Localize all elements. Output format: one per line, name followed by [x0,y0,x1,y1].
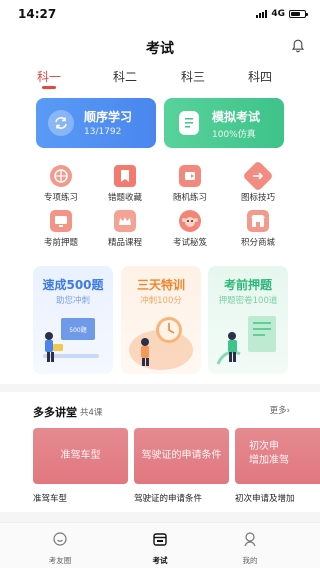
feature-premium-courses[interactable]: 精品课程 [93,210,157,248]
lecture-caption: 驾驶证的申请条件 [134,494,203,504]
lecture-caption: 准驾车型 [33,494,68,504]
tab-exam[interactable]: 考试 [135,531,185,566]
card-progress: 13/1792 [84,127,122,137]
tab-label: 我的 [242,556,258,565]
feature-points-mall[interactable]: 积分商城 [226,210,290,248]
status-bar: 14:27 4G [0,0,320,28]
tab-subject-3[interactable]: 科三 [163,68,223,85]
lecture-card-title: 初次申 增加准驾 [249,441,289,466]
promo-title: 考前押题 [223,278,272,292]
active-tab-indicator [42,86,56,89]
tab-subject-1[interactable]: 科一 [19,68,79,85]
lecture-card-title: 准驾车型 [60,450,101,461]
study-illustration: 500题 [33,306,113,374]
feature-label: 考前押题 [43,238,78,248]
target-icon [50,165,72,187]
section-divider [0,512,320,522]
bookmark-icon [114,165,136,187]
feature-special-practice[interactable]: 专项练习 [29,165,93,203]
lecture-count: 共4课 [80,408,103,418]
subject-tabs: 科一 科二 科三 科四 [0,64,320,92]
promo-subtitle: 冲刺100分 [140,296,182,306]
feature-label: 考试秘笈 [172,238,207,248]
road-sign-icon [242,160,274,192]
feature-label: 随机练习 [172,193,207,203]
promo-card-500[interactable]: 速成500题 助您冲刺 500题 [33,266,113,374]
feature-label: 精品课程 [107,238,142,248]
tab-community[interactable]: 考友圈 [35,531,85,566]
feature-label: 专项练习 [43,193,78,203]
exam-paper-icon [179,111,199,135]
tab-mine[interactable]: 我的 [225,531,275,566]
bottom-tab-bar: 考友圈 考试 我的 [0,522,320,568]
tab-subject-2[interactable]: 科二 [95,68,155,85]
person-icon [244,532,256,547]
feature-label: 错题收藏 [107,193,142,203]
lecture-card-title: 驾驶证的申请条件 [141,450,222,461]
lecture-card[interactable]: 初次申 增加准驾 [235,428,320,484]
card-title: 模拟考试 [212,110,261,124]
section-title: 多多讲堂 [33,406,77,419]
sync-icon [48,110,74,136]
feature-wrong-questions[interactable]: 错题收藏 [93,165,157,203]
tab-subject-4[interactable]: 科四 [230,68,290,85]
feature-sign-skills[interactable]: 图标技巧 [226,160,290,203]
chat-bubble-icon [53,532,67,546]
shop-icon [247,210,269,232]
promo-title: 三天特训 [136,278,185,292]
promo-card-predict[interactable]: 考前押题 押题密卷100道 [208,266,288,374]
promo-subtitle: 助您冲刺 [55,296,90,306]
crown-icon [114,210,136,232]
promo-title: 速成500题 [42,278,104,292]
feature-pre-exam-predict[interactable]: 考前押题 [29,210,93,248]
lecture-card[interactable]: 驾驶证的申请条件 [134,428,229,484]
feature-label: 图标技巧 [240,193,275,203]
clock-illustration [121,306,201,374]
promo-subtitle: 押题密卷100道 [218,296,278,306]
chevron-right-icon: › [286,406,290,416]
signal-icon [256,10,268,18]
network-type: 4G [271,9,285,19]
more-link[interactable]: 更多› [270,404,290,416]
feature-label: 积分商城 [240,238,275,248]
mock-exam-card[interactable]: 模拟考试 100%仿真 [164,98,284,148]
promo-badge: 500题 [69,327,86,334]
battery-icon [289,10,308,18]
calendar-icon [153,533,167,546]
monkey-icon [179,210,201,232]
feature-exam-tips[interactable]: 考试秘笈 [158,210,222,248]
card-subtitle: 100%仿真 [212,130,256,140]
lecture-card[interactable]: 准驾车型 [33,428,128,484]
bell-icon[interactable] [290,38,306,54]
screen-icon [50,210,72,232]
nav-bar: 考试 [0,28,320,64]
lecture-section-header: 多多讲堂 共4课 更多› [0,392,320,424]
page-title: 考试 [146,41,174,57]
feature-random-practice[interactable]: 随机练习 [158,165,222,203]
tab-label: 考试 [152,556,168,565]
sequential-study-card[interactable]: 顺序学习 13/1792 [36,98,156,148]
shuffle-icon [179,165,201,187]
promo-card-3day[interactable]: 三天特训 冲刺100分 [121,266,201,374]
status-time: 14:27 [18,7,57,21]
section-divider [0,384,320,392]
card-title: 顺序学习 [84,110,133,124]
lecture-caption: 初次申请及增加 [235,494,295,504]
tab-label: 考友圈 [48,556,72,565]
reading-illustration [208,306,288,374]
status-indicators: 4G [256,9,308,19]
